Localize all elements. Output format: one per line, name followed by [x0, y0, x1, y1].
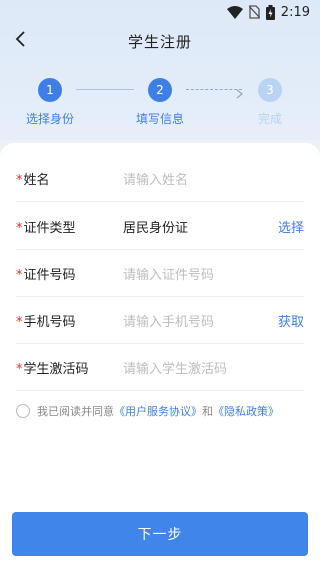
title-bar: 学生注册 — [0, 26, 320, 56]
id-number-label: *证件号码 — [16, 264, 123, 283]
step-1: 1 选择身份 — [10, 78, 90, 127]
step-2: 2 填写信息 — [120, 78, 200, 127]
step-1-label: 选择身份 — [25, 112, 74, 126]
required-mark: * — [16, 314, 23, 330]
phone-row: *手机号码 请输入手机号码 获取 — [16, 297, 304, 344]
agreement-and: 和 — [202, 405, 213, 418]
step-indicator: 1 选择身份 2 填写信息 3 完成 — [0, 78, 320, 130]
agreement-checkbox[interactable] — [16, 404, 30, 418]
step-3: 3 完成 — [230, 78, 310, 127]
page-title: 学生注册 — [127, 32, 192, 51]
step-1-number: 1 — [38, 78, 62, 102]
step-2-number: 2 — [148, 78, 172, 102]
step-2-label: 填写信息 — [135, 112, 184, 126]
next-step-button[interactable]: 下一步 — [12, 512, 308, 556]
agreement-row: 我已阅读并同意 《用户服务协议》 和 《隐私政策》 — [16, 403, 310, 419]
wifi-icon — [226, 5, 243, 19]
battery-icon — [265, 4, 275, 20]
id-type-label-text: 证件类型 — [23, 220, 76, 236]
name-row: *姓名 请输入姓名 — [16, 155, 304, 202]
get-code-button[interactable]: 获取 — [278, 311, 304, 330]
id-number-input[interactable]: 请输入证件号码 — [123, 264, 304, 283]
name-input[interactable]: 请输入姓名 — [123, 169, 304, 188]
id-type-value[interactable]: 居民身份证 — [123, 217, 278, 236]
no-sim-icon — [248, 5, 260, 19]
activation-code-row: *学生激活码 请输入学生激活码 — [16, 344, 304, 391]
phone-input[interactable]: 请输入手机号码 — [123, 311, 278, 330]
activation-code-label-text: 学生激活码 — [23, 361, 89, 377]
id-type-select-button[interactable]: 选择 — [278, 217, 304, 236]
name-label: *姓名 — [16, 169, 123, 188]
required-mark: * — [16, 172, 23, 188]
privacy-policy-link[interactable]: 《隐私政策》 — [213, 403, 279, 419]
phone-label: *手机号码 — [16, 311, 123, 330]
clock: 2:19 — [280, 4, 310, 20]
back-button[interactable] — [10, 30, 32, 52]
agreement-prefix: 我已阅读并同意 — [37, 405, 114, 418]
required-mark: * — [16, 267, 23, 283]
activation-code-label: *学生激活码 — [16, 358, 123, 377]
id-type-row: *证件类型 居民身份证 选择 — [16, 203, 304, 250]
step-3-label: 完成 — [257, 112, 282, 126]
id-type-label: *证件类型 — [16, 217, 123, 236]
required-mark: * — [16, 220, 23, 236]
activation-code-input[interactable]: 请输入学生激活码 — [123, 358, 304, 377]
back-arrow-icon — [15, 31, 27, 51]
id-number-row: *证件号码 请输入证件号码 — [16, 250, 304, 297]
id-number-label-text: 证件号码 — [23, 267, 76, 283]
step-3-number: 3 — [258, 78, 282, 102]
phone-label-text: 手机号码 — [23, 314, 76, 330]
required-mark: * — [16, 361, 23, 377]
service-agreement-link[interactable]: 《用户服务协议》 — [114, 403, 202, 419]
status-bar: 2:19 — [0, 0, 320, 24]
name-label-text: 姓名 — [23, 172, 50, 188]
